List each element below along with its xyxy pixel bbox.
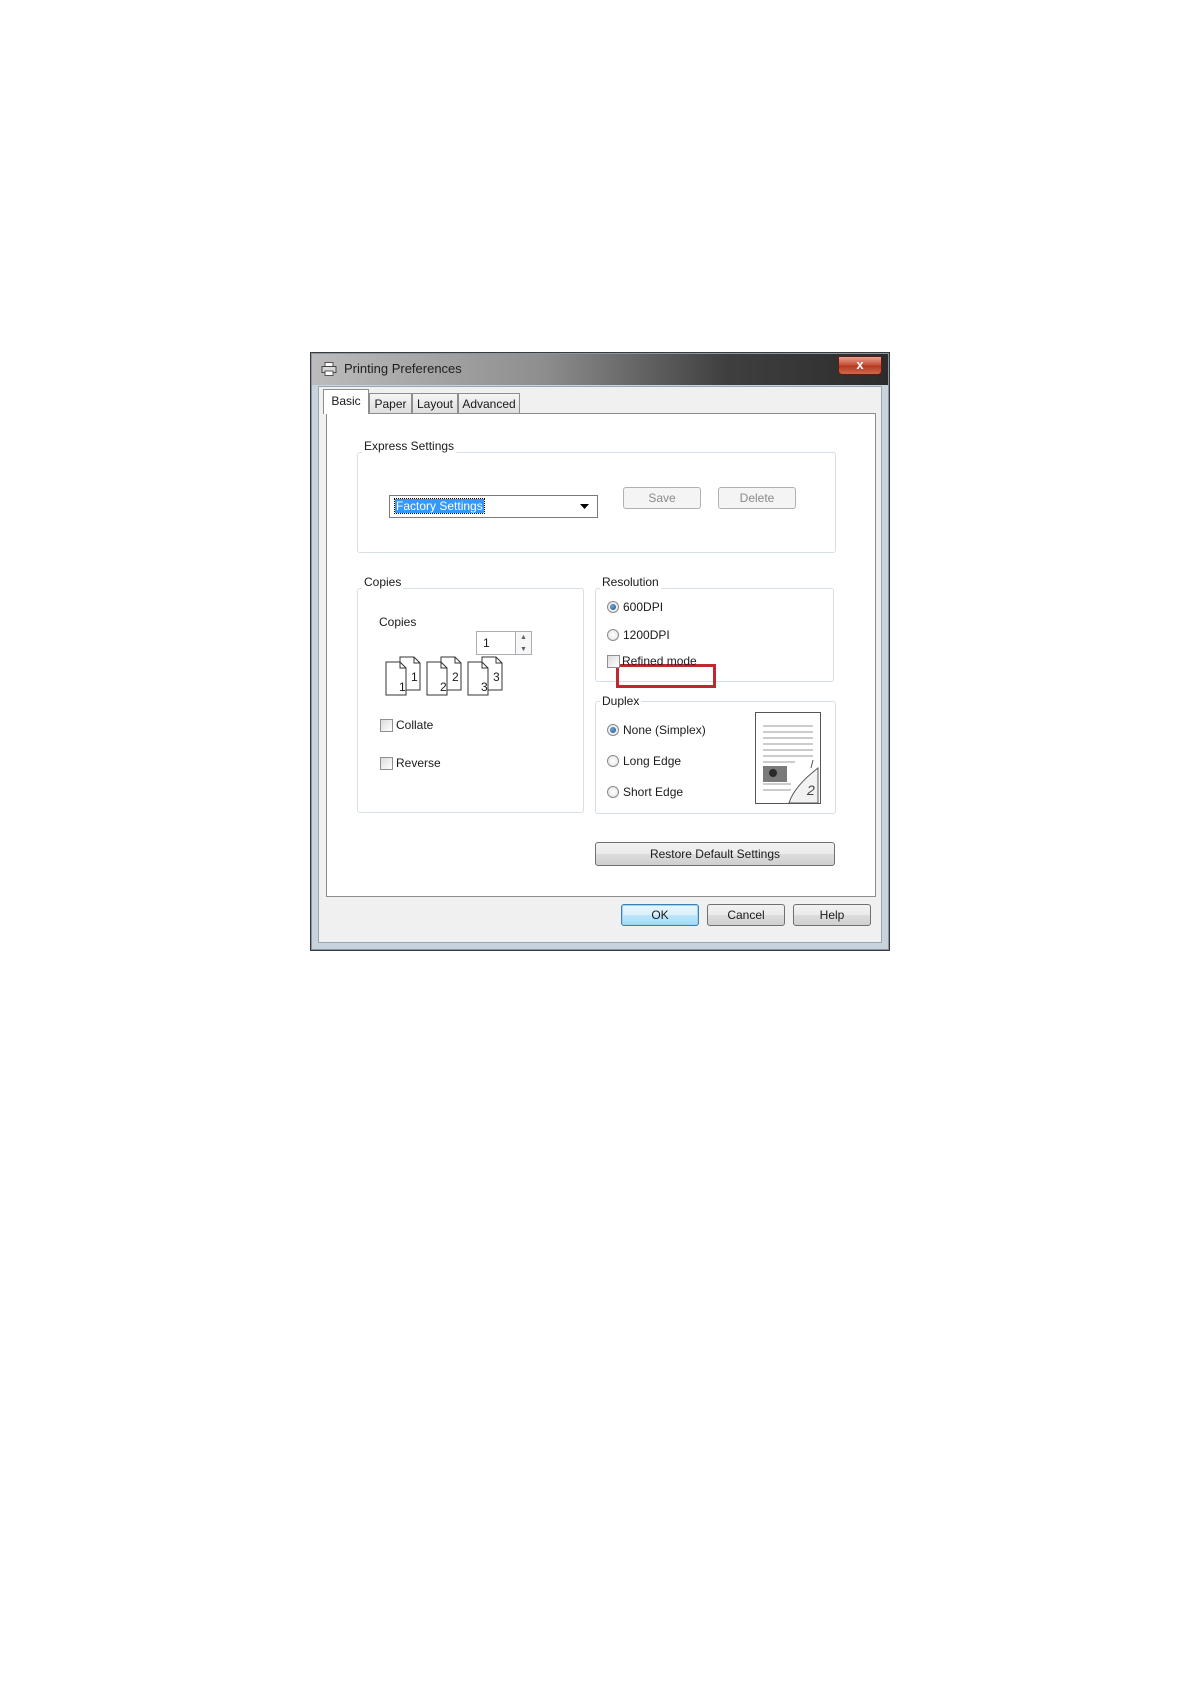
copies-spinner[interactable]: ▲ ▼ <box>516 631 532 655</box>
refined-mode-label: Refined mode <box>622 654 697 668</box>
collate-pages-icon: 2 2 <box>426 656 466 696</box>
copies-label: Copies <box>379 615 417 629</box>
chevron-down-icon <box>580 504 589 509</box>
radio-long-edge[interactable] <box>607 755 619 767</box>
tab-layout[interactable]: Layout <box>412 393 458 413</box>
help-button[interactable]: Help <box>793 904 871 926</box>
radio-none-simplex[interactable] <box>607 724 619 736</box>
page-front-number: 2 <box>440 680 447 694</box>
spin-down-icon[interactable]: ▼ <box>516 644 531 655</box>
label-none-simplex: None (Simplex) <box>623 723 706 737</box>
express-settings-selected-value: Factory Settings <box>394 498 485 514</box>
ok-button[interactable]: OK <box>621 904 699 926</box>
express-settings-dropdown[interactable]: Factory Settings <box>389 495 598 518</box>
page-back-number: 1 <box>411 670 418 684</box>
radio-1200dpi[interactable] <box>607 629 619 641</box>
window-title: Printing Preferences <box>344 361 462 376</box>
tab-basic[interactable]: Basic <box>323 389 369 414</box>
save-button[interactable]: Save <box>623 487 701 509</box>
page-front-number: 3 <box>481 680 488 694</box>
collate-pages-icon: 1 1 <box>385 656 425 696</box>
tab-advanced[interactable]: Advanced <box>458 393 520 413</box>
collate-label: Collate <box>396 718 434 732</box>
collate-pages-icon: 3 3 <box>467 656 507 696</box>
label-1200dpi: 1200DPI <box>623 628 670 642</box>
resolution-legend: Resolution <box>600 575 661 589</box>
copies-group-legend: Copies <box>362 575 404 589</box>
reverse-label: Reverse <box>396 756 441 770</box>
close-button[interactable]: x <box>838 356 882 375</box>
page-front-number: 1 <box>399 680 406 694</box>
express-settings-legend: Express Settings <box>362 439 457 453</box>
radio-short-edge[interactable] <box>607 786 619 798</box>
printer-icon <box>321 362 337 376</box>
cancel-button[interactable]: Cancel <box>707 904 785 926</box>
collate-checkbox[interactable] <box>380 719 393 732</box>
page-back-number: 3 <box>493 670 500 684</box>
duplex-preview-page-number: 2 <box>807 782 815 798</box>
radio-600dpi[interactable] <box>607 601 619 613</box>
refined-mode-checkbox[interactable] <box>607 655 620 668</box>
duplex-legend: Duplex <box>600 694 642 708</box>
reverse-checkbox[interactable] <box>380 757 393 770</box>
label-short-edge: Short Edge <box>623 785 684 799</box>
spin-up-icon[interactable]: ▲ <box>516 632 531 643</box>
label-600dpi: 600DPI <box>623 600 664 614</box>
duplex-preview: 2 <box>755 712 821 804</box>
restore-default-settings-button[interactable]: Restore Default Settings <box>595 842 835 866</box>
tab-paper[interactable]: Paper <box>369 393 412 413</box>
delete-button[interactable]: Delete <box>718 487 796 509</box>
title-bar[interactable]: Printing Preferences x <box>312 354 888 385</box>
page-back-number: 2 <box>452 670 459 684</box>
label-long-edge: Long Edge <box>623 754 682 768</box>
copies-input[interactable]: 1 <box>476 631 516 655</box>
